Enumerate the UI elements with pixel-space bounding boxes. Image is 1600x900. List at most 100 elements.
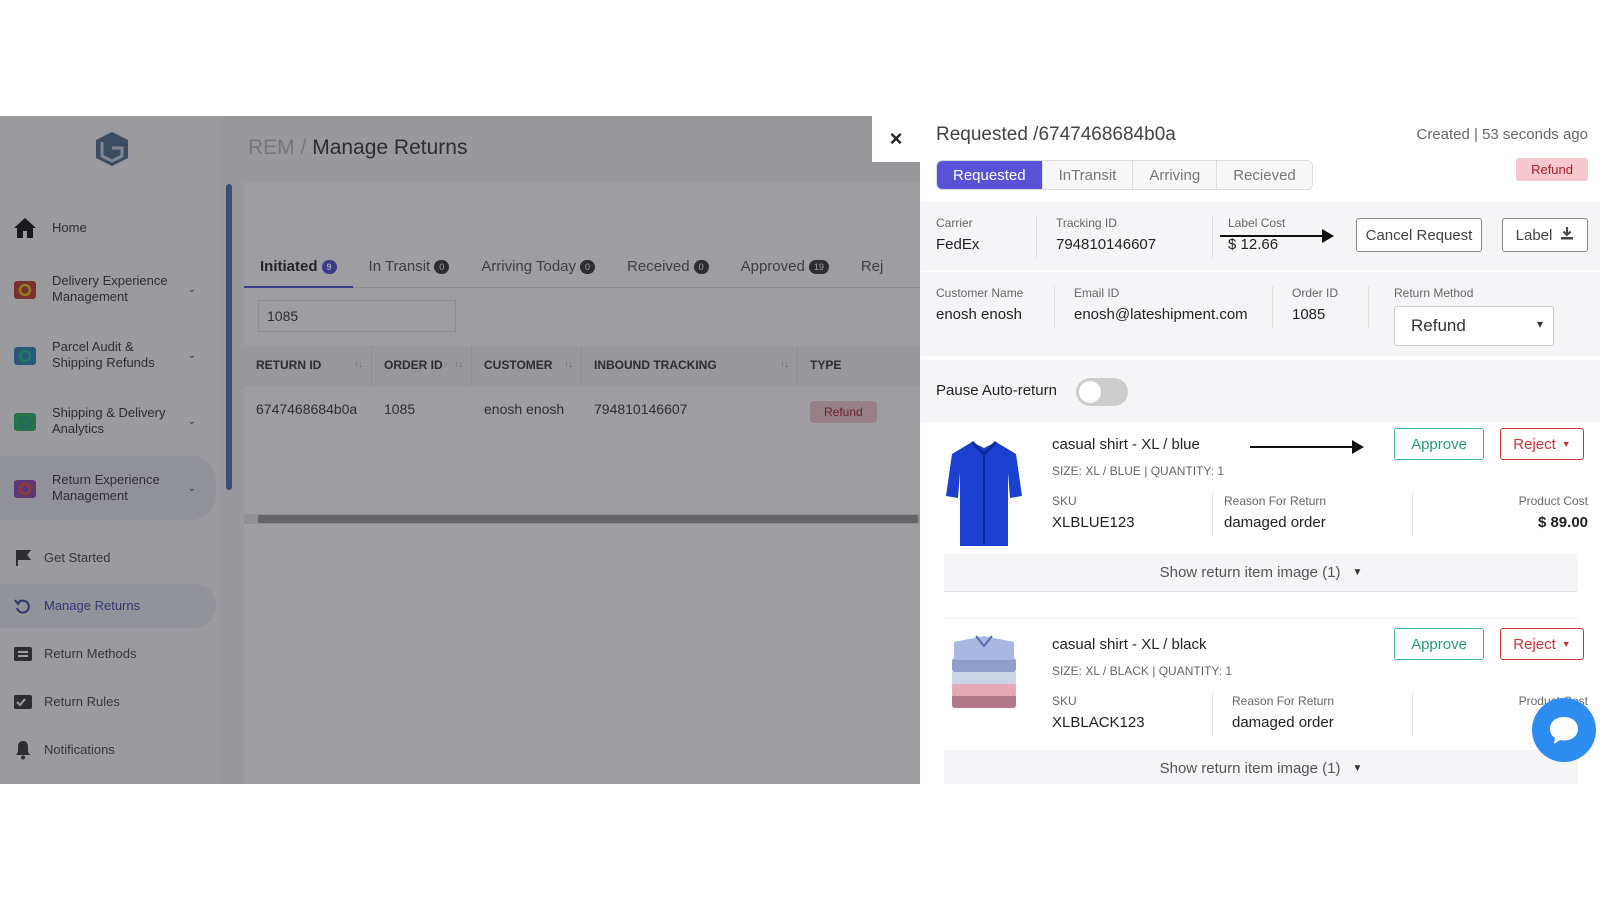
scrollbar-thumb[interactable] bbox=[258, 515, 918, 523]
tab-count: 0 bbox=[693, 260, 709, 275]
sidebar-item-delivery-experience[interactable]: Delivery Experience Management ⌄ bbox=[0, 268, 216, 310]
folded-shirts-image bbox=[952, 635, 1016, 708]
chat-widget-button[interactable] bbox=[1532, 698, 1596, 762]
tab-rejected[interactable]: Rej bbox=[845, 252, 900, 288]
tab-count: 9 bbox=[321, 260, 337, 275]
tracking-field: Tracking ID 794810146607 bbox=[1056, 216, 1156, 253]
status-intransit[interactable]: InTransit bbox=[1042, 161, 1134, 189]
reject-button[interactable]: Reject ▼ bbox=[1500, 428, 1584, 460]
label-download-button[interactable]: Label bbox=[1502, 218, 1588, 252]
close-icon: × bbox=[889, 126, 903, 151]
approve-button[interactable]: Approve bbox=[1394, 428, 1484, 460]
sort-icon[interactable]: ↑↓ bbox=[780, 359, 789, 369]
tracking-label: Tracking ID bbox=[1056, 216, 1117, 230]
cancel-request-button[interactable]: Cancel Request bbox=[1356, 218, 1482, 252]
flag-icon bbox=[12, 545, 34, 571]
sidebar: Home Delivery Experience Management ⌄ Pa… bbox=[0, 116, 220, 784]
sidebar-item-shipping-analytics[interactable]: Shipping & Delivery Analytics ⌄ bbox=[0, 400, 216, 442]
drawer-title: Requested /6747468684b0a bbox=[936, 124, 1176, 145]
sidebar-subitem-return-rules[interactable]: Return Rules bbox=[0, 684, 216, 720]
product-cost-label: Product Cost bbox=[1518, 494, 1588, 508]
tab-approved[interactable]: Approved 19 bbox=[725, 252, 845, 288]
divider bbox=[1272, 286, 1273, 328]
return-method-field: Return Method bbox=[1394, 286, 1473, 300]
reason-label: Reason For Return bbox=[1232, 694, 1335, 708]
sidebar-item-return-experience[interactable]: Return Experience Management ⌄ bbox=[0, 456, 216, 520]
home-icon bbox=[12, 215, 38, 241]
tab-count: 0 bbox=[434, 260, 450, 275]
column-label: INBOUND TRACKING bbox=[594, 358, 717, 372]
horizontal-scrollbar[interactable] bbox=[244, 514, 920, 524]
close-drawer-button[interactable]: × bbox=[872, 116, 920, 162]
column-label: ORDER ID bbox=[384, 358, 443, 372]
tab-label: In Transit bbox=[368, 258, 431, 275]
sidebar-item-label: Return Experience Management bbox=[52, 472, 160, 503]
show-return-item-image-toggle[interactable]: Show return item image (1) ▼ bbox=[944, 750, 1578, 784]
item-name: casual shirt - XL / blue bbox=[1052, 436, 1200, 453]
divider bbox=[1212, 492, 1213, 536]
caret-down-icon: ▼ bbox=[1561, 639, 1571, 649]
customer-name-field: Customer Name enosh enosh bbox=[936, 286, 1023, 323]
show-return-item-image-toggle[interactable]: Show return item image (1) ▼ bbox=[944, 554, 1578, 592]
main-content: REM / Manage Returns Initiated 9 In Trans… bbox=[240, 116, 920, 784]
divider bbox=[1212, 216, 1213, 258]
sort-icon[interactable]: ↑↓ bbox=[354, 359, 363, 369]
cell-type: Refund bbox=[798, 390, 920, 430]
status-stepper: Requested InTransit Arriving Recieved bbox=[936, 160, 1313, 190]
divider bbox=[1036, 216, 1037, 258]
sidebar-subitem-notifications[interactable]: Notifications bbox=[0, 732, 216, 768]
pause-auto-return-toggle[interactable] bbox=[1076, 378, 1128, 406]
status-received[interactable]: Recieved bbox=[1217, 161, 1312, 189]
breadcrumb-root[interactable]: REM bbox=[248, 136, 295, 159]
customer-name-value: enosh enosh bbox=[936, 306, 1022, 323]
sidebar-item-home[interactable]: Home bbox=[0, 208, 216, 248]
divider bbox=[1212, 692, 1213, 736]
column-customer[interactable]: CUSTOMER ↑↓ bbox=[472, 346, 582, 386]
column-order-id[interactable]: ORDER ID ↑↓ bbox=[372, 346, 472, 386]
column-return-id[interactable]: RETURN ID ↑↓ bbox=[244, 346, 372, 386]
return-icon bbox=[12, 475, 38, 501]
return-detail-drawer: Requested /6747468684b0a Created | 53 se… bbox=[920, 116, 1600, 784]
sidebar-subitem-get-started[interactable]: Get Started bbox=[0, 540, 216, 576]
chevron-down-icon: ⌄ bbox=[187, 283, 196, 295]
tab-initiated[interactable]: Initiated 9 bbox=[244, 252, 353, 288]
reject-button[interactable]: Reject ▼ bbox=[1500, 628, 1584, 660]
sidebar-item-label: Manage Returns bbox=[44, 598, 141, 613]
table-header: RETURN ID ↑↓ ORDER ID ↑↓ CUSTOMER ↑↓ INBOUN… bbox=[244, 346, 920, 386]
return-method-label: Return Method bbox=[1394, 286, 1474, 300]
parcel-icon bbox=[12, 342, 38, 368]
sidebar-item-parcel-audit[interactable]: Parcel Audit & Shipping Refunds ⌄ bbox=[0, 334, 216, 376]
column-inbound-tracking[interactable]: INBOUND TRACKING ↑↓ bbox=[582, 346, 798, 386]
chevron-down-icon: ▼ bbox=[1352, 763, 1363, 774]
reject-label: Reject bbox=[1513, 435, 1556, 453]
label-button-text: Label bbox=[1515, 226, 1553, 244]
search-input[interactable]: 1085 bbox=[258, 300, 456, 332]
carrier-label: Carrier bbox=[936, 216, 973, 230]
tab-in-transit[interactable]: In Transit 0 bbox=[353, 252, 466, 288]
sidebar-item-label: Delivery Experience Management bbox=[52, 273, 168, 304]
sidebar-scrollbar[interactable] bbox=[226, 184, 232, 490]
sidebar-subitem-return-methods[interactable]: Return Methods bbox=[0, 636, 216, 672]
sort-icon[interactable]: ↑↓ bbox=[564, 359, 573, 369]
divider bbox=[1412, 492, 1413, 536]
tab-count: 19 bbox=[808, 260, 829, 275]
sort-icon[interactable]: ↑↓ bbox=[454, 359, 463, 369]
sidebar-subitem-manage-returns[interactable]: Manage Returns bbox=[0, 584, 216, 628]
tab-label: Approved bbox=[740, 258, 805, 275]
sku-label: SKU bbox=[1052, 494, 1077, 508]
status-arriving[interactable]: Arriving bbox=[1133, 161, 1218, 189]
table-row[interactable]: 6747468684b0a 1085 enosh enosh 794810146… bbox=[244, 390, 920, 430]
reject-label: Reject bbox=[1513, 635, 1556, 653]
created-timestamp: Created | 53 seconds ago bbox=[1416, 126, 1588, 143]
column-type[interactable]: TYPE bbox=[798, 346, 920, 386]
approve-button[interactable]: Approve bbox=[1394, 628, 1484, 660]
tracking-value[interactable]: 794810146607 bbox=[1056, 236, 1156, 253]
email-label: Email ID bbox=[1074, 286, 1120, 300]
customer-name-label: Customer Name bbox=[936, 286, 1024, 300]
status-requested[interactable]: Requested bbox=[937, 161, 1043, 189]
tab-label: Rej bbox=[860, 258, 884, 275]
return-method-select[interactable]: Refund ▾ bbox=[1394, 306, 1554, 346]
tab-received[interactable]: Received 0 bbox=[611, 252, 725, 288]
chat-bubble-icon bbox=[1550, 717, 1578, 744]
tab-arriving-today[interactable]: Arriving Today 0 bbox=[465, 252, 611, 288]
